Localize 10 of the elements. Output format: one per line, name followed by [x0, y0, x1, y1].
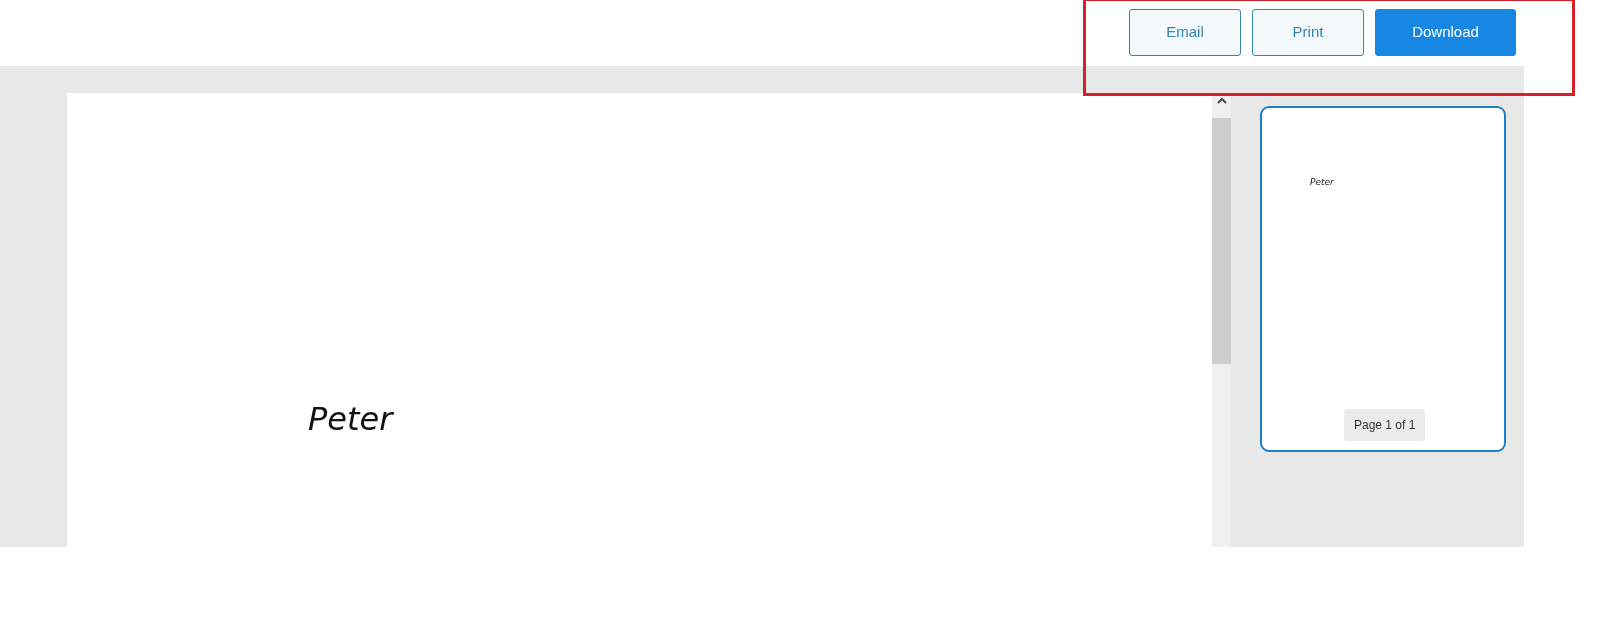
toolbar-button[interactable]: Print — [1252, 9, 1364, 56]
scrollbar[interactable] — [1212, 93, 1231, 547]
scrollbar-thumb[interactable] — [1212, 118, 1231, 364]
toolbar-button[interactable]: Download — [1375, 9, 1516, 56]
thumbnail-signature: Peter — [1310, 176, 1334, 189]
page-thumbnail[interactable]: Peter Page 1 of 1 — [1260, 106, 1506, 452]
page-count-label: Page 1 of 1 — [1344, 409, 1426, 441]
signature: Peter — [308, 403, 393, 435]
toolbar-button[interactable]: Email — [1129, 9, 1241, 56]
scroll-up-icon[interactable] — [1216, 97, 1227, 104]
